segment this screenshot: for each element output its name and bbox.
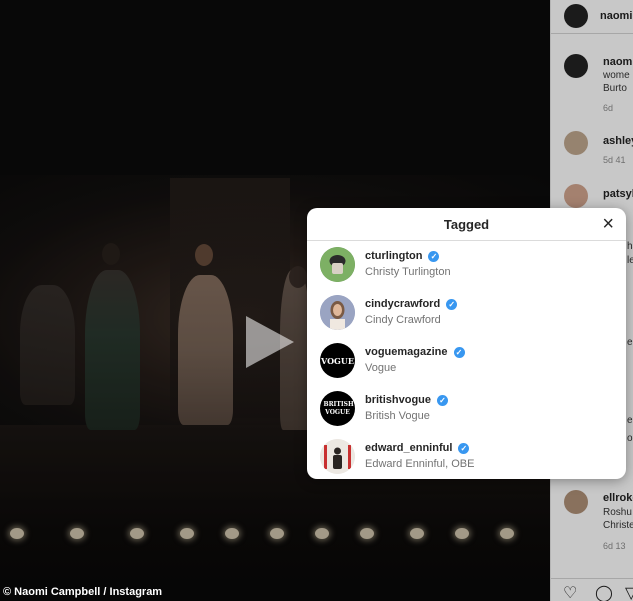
close-icon[interactable]: × <box>602 212 614 236</box>
avatar[interactable] <box>320 439 355 474</box>
verified-badge-icon: ✓ <box>428 251 440 262</box>
avatar[interactable] <box>320 247 355 282</box>
tagged-username[interactable]: cindycrawford ✓ <box>365 298 458 310</box>
verified-badge-icon: ✓ <box>437 395 449 406</box>
tagged-username[interactable]: britishvogue ✓ <box>365 394 449 406</box>
tagged-full-name: Vogue <box>365 362 397 374</box>
verified-badge-icon: ✓ <box>458 443 470 454</box>
tagged-user-row[interactable]: VOGUE voguemagazine ✓ Vogue <box>307 337 626 385</box>
verified-badge-icon: ✓ <box>453 347 465 358</box>
british-vogue-logo: BRITISH VOGUE <box>323 400 354 416</box>
tagged-full-name: Cindy Crawford <box>365 314 441 326</box>
tagged-username[interactable]: cturlington ✓ <box>365 250 440 262</box>
tagged-user-row[interactable]: BRITISH VOGUE britishvogue ✓ British Vogu… <box>307 385 626 433</box>
verified-badge-icon: ✓ <box>446 299 458 310</box>
tagged-user-row[interactable]: edward_enninful ✓ Edward Enninful, OBE <box>307 433 626 479</box>
vogue-logo: VOGUE <box>321 355 354 366</box>
photo-credit: © Naomi Campbell / Instagram <box>3 586 163 598</box>
play-icon[interactable] <box>246 316 294 368</box>
tagged-user-row[interactable]: cturlington ✓ Christy Turlington <box>307 241 626 289</box>
instagram-post-viewer: © Naomi Campbell / Instagram naomi naomi… <box>0 0 633 601</box>
dialog-header: Tagged × <box>307 208 626 241</box>
tagged-full-name: Christy Turlington <box>365 266 451 278</box>
avatar[interactable] <box>320 295 355 330</box>
tagged-full-name: British Vogue <box>365 410 430 422</box>
avatar[interactable]: VOGUE <box>320 343 355 378</box>
tagged-full-name: Edward Enninful, OBE <box>365 458 475 470</box>
dialog-title: Tagged <box>443 217 490 232</box>
tagged-username[interactable]: edward_enninful ✓ <box>365 442 470 454</box>
tagged-user-row[interactable]: cindycrawford ✓ Cindy Crawford <box>307 289 626 337</box>
tagged-username[interactable]: voguemagazine ✓ <box>365 346 465 358</box>
tagged-dialog: Tagged × cturlington ✓ Christy Turlington <box>307 208 626 479</box>
avatar[interactable]: BRITISH VOGUE <box>320 391 355 426</box>
